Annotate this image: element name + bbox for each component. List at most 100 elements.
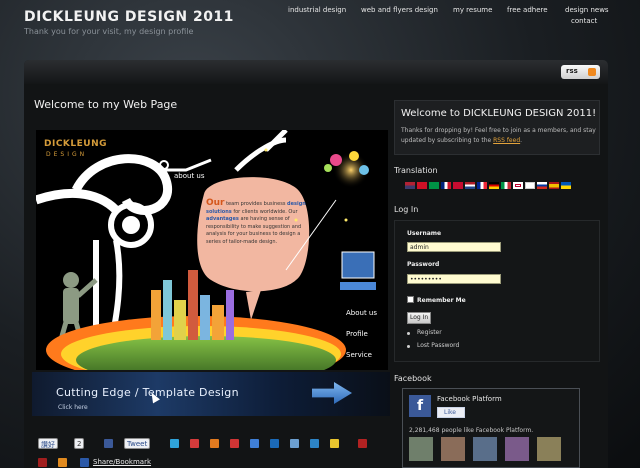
rss-label: rss <box>566 67 578 75</box>
sidebar: Welcome to DICKLEUNG DESIGN 2011! Thanks… <box>392 98 600 468</box>
rss-button[interactable]: rss <box>561 65 600 79</box>
flag-fr-icon[interactable] <box>477 182 487 189</box>
digg-icon[interactable] <box>310 439 319 448</box>
nav-design-news[interactable]: design news <box>565 6 609 14</box>
nav-my-resume[interactable]: my resume <box>453 6 492 14</box>
flag-ar-icon[interactable] <box>429 182 439 189</box>
blogger-icon[interactable] <box>210 439 219 448</box>
remember-me-checkbox[interactable] <box>407 296 414 303</box>
facebook-logo-icon: f <box>409 395 431 417</box>
bullet-icon <box>407 332 410 335</box>
share-plus-icon[interactable] <box>80 458 89 467</box>
sidebar-welcome-text: Thanks for dropping by! Feel free to joi… <box>401 126 597 146</box>
banner-bubble-text: Our team provides business design soluti… <box>206 199 310 246</box>
login-form: Username Password Remember Me Log In Reg… <box>394 220 600 362</box>
flag-dk-icon[interactable] <box>453 182 463 189</box>
bubble-text-3: for clients worldwide. Our <box>233 208 298 215</box>
flag-jp-icon[interactable] <box>513 182 523 189</box>
cutting-edge-banner[interactable]: Cutting Edge / Template Design Click her… <box>32 372 390 416</box>
login-links: Register Lost Password <box>407 329 557 359</box>
login-heading: Log In <box>394 205 419 214</box>
twitter-icon[interactable] <box>170 439 179 448</box>
reddit-icon[interactable] <box>290 439 299 448</box>
flag-de-icon[interactable] <box>489 182 499 189</box>
translation-flags <box>405 182 595 190</box>
facebook-heading: Facebook <box>394 374 432 383</box>
delicious-icon[interactable] <box>250 439 259 448</box>
facebook-like-count-text: 2,281,468 people like Facebook Platform. <box>409 427 534 434</box>
email-icon[interactable] <box>190 439 199 448</box>
bubble-text-1: team provides <box>226 201 263 207</box>
bubble-highlight-2: advantages <box>206 216 239 222</box>
password-input[interactable] <box>407 274 501 284</box>
fan-avatar[interactable] <box>505 437 529 461</box>
translation-heading: Translation <box>394 166 438 175</box>
lost-password-link[interactable]: Lost Password <box>417 342 459 349</box>
facebook-fans-row <box>409 437 577 461</box>
tweet-button[interactable]: Tweet <box>124 438 151 449</box>
banner-graphic: DICKLEUNG DESIGN about us About us Profi… <box>36 130 388 370</box>
banner-menu-about: About us <box>346 309 377 317</box>
banner-menu-profile: Profile <box>346 330 368 338</box>
flag-us-icon[interactable] <box>405 182 415 189</box>
rss-feed-link[interactable]: RSS feed <box>493 137 520 144</box>
facebook-like-label: 讚好 <box>41 441 55 449</box>
register-link[interactable]: Register <box>417 329 442 336</box>
username-input[interactable] <box>407 242 501 252</box>
banner-about-us: about us <box>174 172 205 180</box>
facebook-page-name[interactable]: Facebook Platform <box>437 395 502 403</box>
welcome-end: . <box>520 137 523 144</box>
facebook-like-button[interactable]: 讚好 <box>38 438 58 449</box>
plaxo-icon[interactable] <box>38 458 47 467</box>
main-nav: industrial design web and flyers design … <box>288 6 628 30</box>
fan-avatar[interactable] <box>441 437 465 461</box>
site-title[interactable]: DICKLEUNG DESIGN 2011 <box>24 9 234 25</box>
bullet-icon <box>407 345 410 348</box>
flag-cn-icon[interactable] <box>417 182 427 189</box>
flag-it-icon[interactable] <box>501 182 511 189</box>
username-label: Username <box>407 230 442 237</box>
flag-ua-icon[interactable] <box>561 182 571 189</box>
flag-kr-icon[interactable] <box>525 182 535 189</box>
banner-menu-service: Service <box>346 351 372 359</box>
flag-ru-icon[interactable] <box>537 182 547 189</box>
password-label: Password <box>407 261 440 268</box>
yahoo-icon[interactable] <box>358 439 367 448</box>
banner-brand-line2: DESIGN <box>46 151 87 158</box>
login-button[interactable]: Log In <box>407 312 431 324</box>
nav-industrial-design[interactable]: industrial design <box>288 6 346 14</box>
nav-free-adhere[interactable]: free adhere <box>507 6 548 14</box>
sidebar-welcome: Welcome to DICKLEUNG DESIGN 2011! Thanks… <box>394 100 600 155</box>
remember-me-label: Remember Me <box>417 297 466 304</box>
linkedin-icon[interactable] <box>270 439 279 448</box>
share-bar: 讚好 2 Tweet Share/Bookmark <box>38 436 378 468</box>
content-frame: rss Welcome to my Web Page DICKLEUNG DES… <box>24 60 608 468</box>
flag-hr-icon[interactable] <box>441 182 451 189</box>
facebook-widget-like-button[interactable]: Like <box>437 407 465 418</box>
facebook-widget: f Facebook Platform Like 2,281,468 peopl… <box>402 388 580 468</box>
content-topbar: rss <box>24 60 608 84</box>
google-icon[interactable] <box>230 439 239 448</box>
arrow-right-icon <box>312 382 352 404</box>
stumble-icon[interactable] <box>330 439 339 448</box>
cutting-edge-title: Cutting Edge / Template Design <box>56 386 239 399</box>
rss-icon <box>588 68 596 76</box>
flag-nl-icon[interactable] <box>465 182 475 189</box>
sidebar-welcome-title: Welcome to DICKLEUNG DESIGN 2011! <box>401 108 597 119</box>
nav-contact[interactable]: contact <box>571 17 597 25</box>
fan-avatar[interactable] <box>537 437 561 461</box>
fan-avatar[interactable] <box>409 437 433 461</box>
share-bookmark-link[interactable]: Share/Bookmark <box>93 458 151 466</box>
hero-banner[interactable]: DICKLEUNG DESIGN about us About us Profi… <box>36 130 388 370</box>
swirl-circle-small <box>122 216 140 234</box>
facebook-like-count: 2 <box>74 438 85 449</box>
bookmark-icon[interactable] <box>58 458 67 467</box>
site-header: DICKLEUNG DESIGN 2011 Thank you for your… <box>0 0 640 58</box>
fan-avatar[interactable] <box>473 437 497 461</box>
banner-brand-line1: DICKLEUNG <box>44 139 107 149</box>
page-title: Welcome to my Web Page <box>34 98 178 111</box>
nav-web-flyers-design[interactable]: web and flyers design <box>361 6 438 14</box>
flag-es-icon[interactable] <box>549 182 559 189</box>
facebook-share-icon[interactable] <box>104 439 113 448</box>
site-tagline: Thank you for your visit, my design prof… <box>24 27 194 36</box>
